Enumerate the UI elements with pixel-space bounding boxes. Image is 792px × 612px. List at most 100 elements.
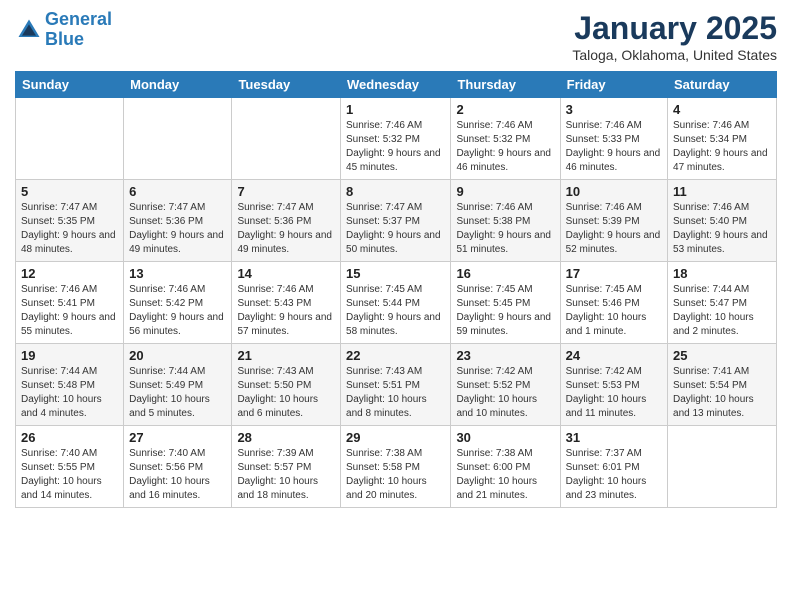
day-info: Sunrise: 7:46 AM Sunset: 5:40 PM Dayligh… [673, 201, 771, 257]
location: Taloga, Oklahoma, United States [572, 47, 777, 63]
calendar-cell: 2 Sunrise: 7:46 AM Sunset: 5:32 PM Daylig… [451, 98, 560, 180]
calendar-cell [124, 98, 232, 180]
week-row-3: 19 Sunrise: 7:44 AM Sunset: 5:48 PM Dayli… [16, 344, 777, 426]
day-number: 25 [673, 348, 771, 363]
calendar-cell: 25Sunrise: 7:41 AM Sunset: 5:54 PM Dayli… [668, 344, 777, 426]
calendar-cell: 31 Sunrise: 7:37 AM Sunset: 6:01 PM Dayli… [560, 426, 667, 508]
day-info: Sunrise: 7:46 AM Sunset: 5:39 PM Dayligh… [566, 201, 662, 257]
week-row-0: 1 Sunrise: 7:46 AM Sunset: 5:32 PM Daylig… [16, 98, 777, 180]
day-number: 15 [346, 266, 445, 281]
day-number: 4 [673, 102, 771, 117]
day-number: 26 [21, 430, 118, 445]
day-number: 2 [456, 102, 554, 117]
calendar-cell: 5 Sunrise: 7:47 AM Sunset: 5:35 PM Daylig… [16, 180, 124, 262]
week-row-1: 5 Sunrise: 7:47 AM Sunset: 5:35 PM Daylig… [16, 180, 777, 262]
day-number: 31 [566, 430, 662, 445]
logo-text: General Blue [45, 10, 112, 50]
calendar-cell: 29 Sunrise: 7:38 AM Sunset: 5:58 PM Dayli… [341, 426, 451, 508]
day-info: Sunrise: 7:42 AM Sunset: 5:52 PM Dayligh… [456, 365, 554, 421]
day-info: Sunrise: 7:43 AM Sunset: 5:51 PM Dayligh… [346, 365, 445, 421]
day-info: Sunrise: 7:45 AM Sunset: 5:45 PM Dayligh… [456, 283, 554, 339]
day-number: 17 [566, 266, 662, 281]
day-number: 11 [673, 184, 771, 199]
day-number: 21 [237, 348, 335, 363]
day-number: 8 [346, 184, 445, 199]
calendar-table: SundayMondayTuesdayWednesdayThursdayFrid… [15, 71, 777, 508]
calendar-cell [16, 98, 124, 180]
weekday-header-monday: Monday [124, 72, 232, 98]
calendar-cell: 7 Sunrise: 7:47 AM Sunset: 5:36 PM Daylig… [232, 180, 341, 262]
calendar-cell: 22 Sunrise: 7:43 AM Sunset: 5:51 PM Dayli… [341, 344, 451, 426]
calendar-cell: 11 Sunrise: 7:46 AM Sunset: 5:40 PM Dayli… [668, 180, 777, 262]
day-info: Sunrise: 7:44 AM Sunset: 5:49 PM Dayligh… [129, 365, 226, 421]
day-number: 29 [346, 430, 445, 445]
day-info: Sunrise: 7:44 AM Sunset: 5:48 PM Dayligh… [21, 365, 118, 421]
day-number: 22 [346, 348, 445, 363]
calendar-cell: 19 Sunrise: 7:44 AM Sunset: 5:48 PM Dayli… [16, 344, 124, 426]
day-info: Sunrise: 7:43 AM Sunset: 5:50 PM Dayligh… [237, 365, 335, 421]
calendar-cell: 24 Sunrise: 7:42 AM Sunset: 5:53 PM Dayli… [560, 344, 667, 426]
weekday-header-saturday: Saturday [668, 72, 777, 98]
weekday-header-thursday: Thursday [451, 72, 560, 98]
day-info: Sunrise: 7:47 AM Sunset: 5:36 PM Dayligh… [237, 201, 335, 257]
calendar-cell [232, 98, 341, 180]
title-block: January 2025 Taloga, Oklahoma, United St… [572, 10, 777, 63]
day-info: Sunrise: 7:45 AM Sunset: 5:46 PM Dayligh… [566, 283, 662, 339]
logo: General Blue [15, 10, 112, 50]
calendar-cell: 18 Sunrise: 7:44 AM Sunset: 5:47 PM Dayli… [668, 262, 777, 344]
calendar-cell: 9 Sunrise: 7:46 AM Sunset: 5:38 PM Daylig… [451, 180, 560, 262]
day-info: Sunrise: 7:46 AM Sunset: 5:38 PM Dayligh… [456, 201, 554, 257]
day-info: Sunrise: 7:37 AM Sunset: 6:01 PM Dayligh… [566, 447, 662, 503]
weekday-header-row: SundayMondayTuesdayWednesdayThursdayFrid… [16, 72, 777, 98]
day-number: 12 [21, 266, 118, 281]
day-number: 16 [456, 266, 554, 281]
calendar-cell: 4Sunrise: 7:46 AM Sunset: 5:34 PM Daylig… [668, 98, 777, 180]
logo-line2: Blue [45, 29, 84, 49]
day-number: 3 [566, 102, 662, 117]
calendar-cell: 3Sunrise: 7:46 AM Sunset: 5:33 PM Daylig… [560, 98, 667, 180]
calendar-cell: 6Sunrise: 7:47 AM Sunset: 5:36 PM Daylig… [124, 180, 232, 262]
day-number: 18 [673, 266, 771, 281]
day-number: 19 [21, 348, 118, 363]
day-info: Sunrise: 7:38 AM Sunset: 5:58 PM Dayligh… [346, 447, 445, 503]
day-number: 24 [566, 348, 662, 363]
week-row-4: 26Sunrise: 7:40 AM Sunset: 5:55 PM Dayli… [16, 426, 777, 508]
day-number: 23 [456, 348, 554, 363]
calendar-cell: 1 Sunrise: 7:46 AM Sunset: 5:32 PM Daylig… [341, 98, 451, 180]
day-number: 13 [129, 266, 226, 281]
calendar-cell: 17 Sunrise: 7:45 AM Sunset: 5:46 PM Dayli… [560, 262, 667, 344]
day-info: Sunrise: 7:44 AM Sunset: 5:47 PM Dayligh… [673, 283, 771, 339]
day-number: 14 [237, 266, 335, 281]
calendar-cell: 13 Sunrise: 7:46 AM Sunset: 5:42 PM Dayli… [124, 262, 232, 344]
day-info: Sunrise: 7:46 AM Sunset: 5:32 PM Dayligh… [456, 119, 554, 175]
day-info: Sunrise: 7:46 AM Sunset: 5:41 PM Dayligh… [21, 283, 118, 339]
day-number: 7 [237, 184, 335, 199]
header: General Blue January 2025 Taloga, Oklaho… [15, 10, 777, 63]
weekday-header-tuesday: Tuesday [232, 72, 341, 98]
day-number: 10 [566, 184, 662, 199]
day-number: 1 [346, 102, 445, 117]
calendar-cell: 20 Sunrise: 7:44 AM Sunset: 5:49 PM Dayli… [124, 344, 232, 426]
day-info: Sunrise: 7:47 AM Sunset: 5:37 PM Dayligh… [346, 201, 445, 257]
day-number: 5 [21, 184, 118, 199]
day-info: Sunrise: 7:42 AM Sunset: 5:53 PM Dayligh… [566, 365, 662, 421]
weekday-header-friday: Friday [560, 72, 667, 98]
calendar-cell: 27Sunrise: 7:40 AM Sunset: 5:56 PM Dayli… [124, 426, 232, 508]
day-number: 20 [129, 348, 226, 363]
day-info: Sunrise: 7:38 AM Sunset: 6:00 PM Dayligh… [456, 447, 554, 503]
logo-line1: General [45, 9, 112, 29]
day-number: 30 [456, 430, 554, 445]
calendar-cell: 8 Sunrise: 7:47 AM Sunset: 5:37 PM Daylig… [341, 180, 451, 262]
day-number: 28 [237, 430, 335, 445]
day-info: Sunrise: 7:39 AM Sunset: 5:57 PM Dayligh… [237, 447, 335, 503]
weekday-header-sunday: Sunday [16, 72, 124, 98]
calendar-cell: 23 Sunrise: 7:42 AM Sunset: 5:52 PM Dayli… [451, 344, 560, 426]
week-row-2: 12 Sunrise: 7:46 AM Sunset: 5:41 PM Dayli… [16, 262, 777, 344]
day-info: Sunrise: 7:47 AM Sunset: 5:35 PM Dayligh… [21, 201, 118, 257]
day-number: 9 [456, 184, 554, 199]
page-container: General Blue January 2025 Taloga, Oklaho… [0, 0, 792, 518]
day-info: Sunrise: 7:46 AM Sunset: 5:42 PM Dayligh… [129, 283, 226, 339]
day-info: Sunrise: 7:46 AM Sunset: 5:32 PM Dayligh… [346, 119, 445, 175]
calendar-cell: 21 Sunrise: 7:43 AM Sunset: 5:50 PM Dayli… [232, 344, 341, 426]
day-number: 27 [129, 430, 226, 445]
